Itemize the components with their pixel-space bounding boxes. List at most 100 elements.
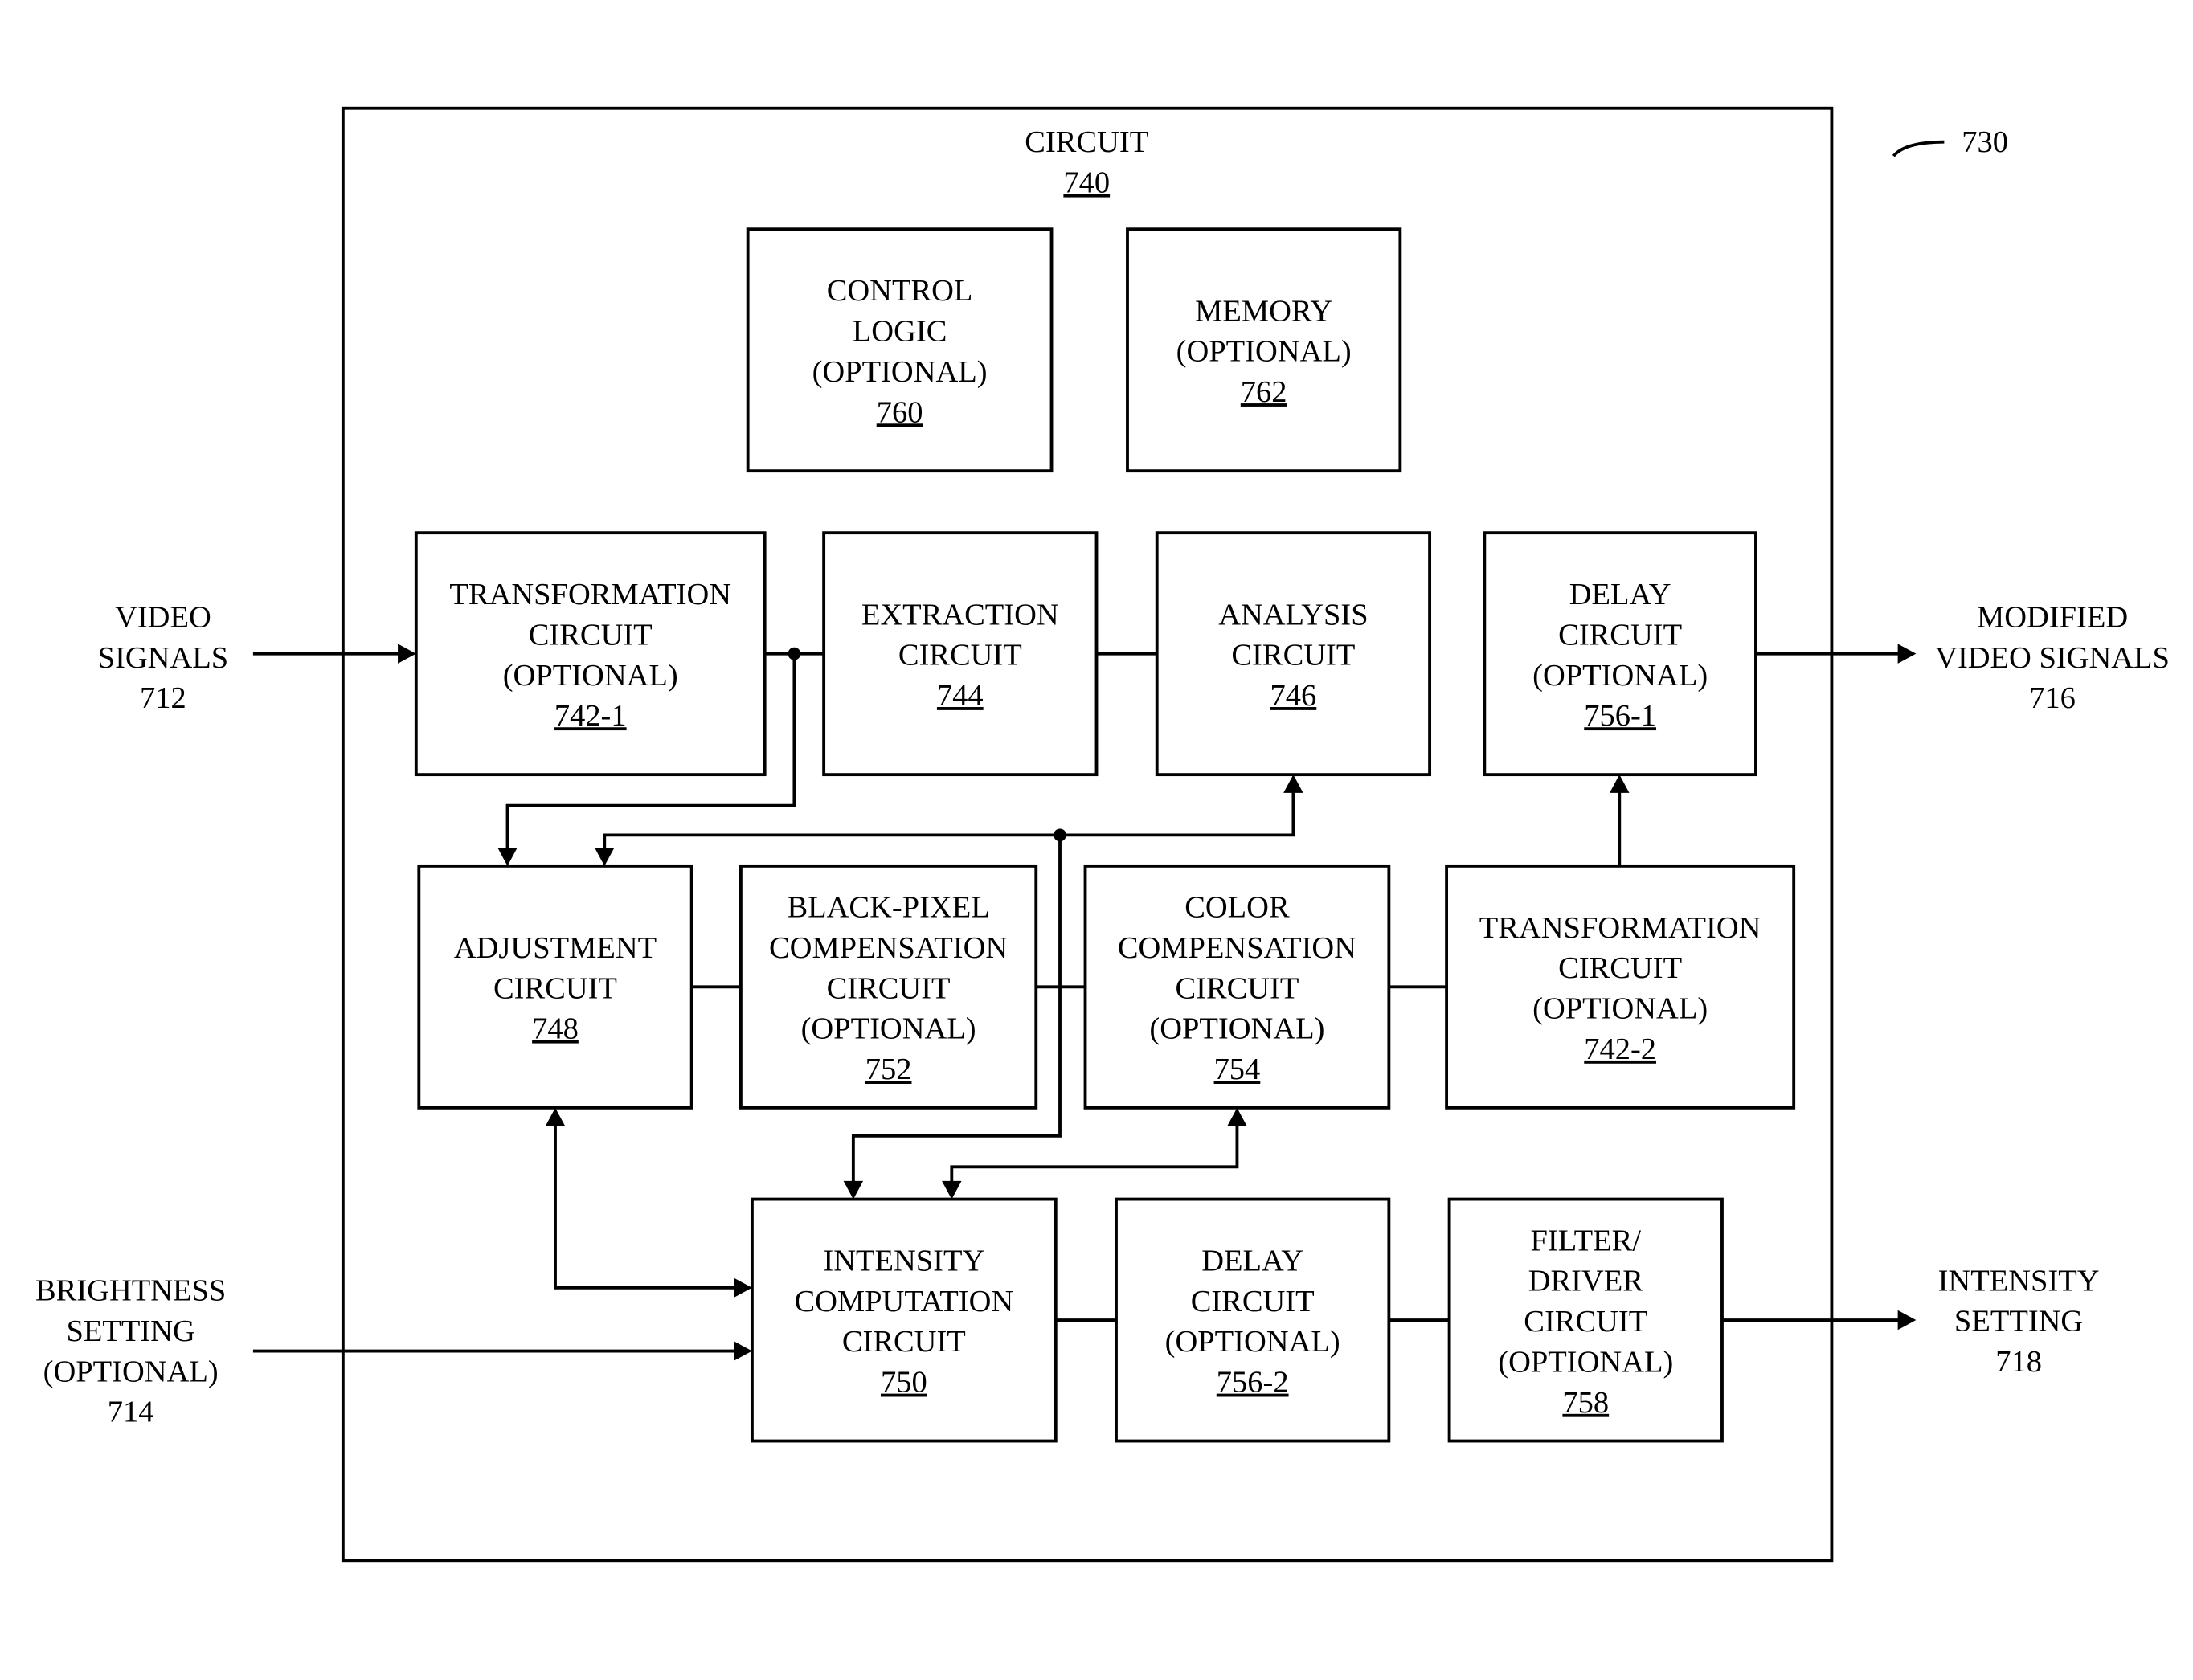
block-label-line: INTENSITY [823, 1244, 984, 1277]
block-outline [750, 1197, 1058, 1443]
block-outline [414, 531, 767, 777]
external-label-line: MODIFIED [1977, 600, 2128, 634]
intensity-setting-output-label: INTENSITY SETTING 718 [1938, 1264, 2100, 1379]
delay-circuit-756-2[interactable]: DELAY CIRCUIT (OPTIONAL) 756-2 [1115, 1197, 1391, 1443]
arrowhead-video-in [398, 644, 416, 664]
figure-reference-label: 730 [1962, 125, 2008, 159]
memory-block[interactable]: MEMORY (OPTIONAL) 762 [1126, 227, 1402, 473]
block-label-line: CIRCUIT [1175, 971, 1299, 1005]
arrowhead-into-750-c [734, 1277, 752, 1298]
external-label-line: BRIGHTNESS [35, 1274, 226, 1308]
block-label-line: COLOR [1184, 891, 1290, 925]
figure-reference-leader [1892, 140, 1945, 157]
block-reference-number: 756-2 [1217, 1366, 1289, 1400]
block-label-line: CIRCUIT [827, 971, 951, 1005]
wire-bus-to-748 [603, 790, 1295, 851]
brightness-setting-input-label: BRIGHTNESS SETTING (OPTIONAL) 714 [35, 1274, 226, 1429]
filter-driver-circuit-758[interactable]: FILTER/DRIVER CIRCUIT (OPTIONAL) 758 [1447, 1197, 1724, 1443]
block-outline [746, 227, 1054, 473]
block-label-line: TRANSFORMATION [1479, 911, 1761, 945]
block-outline [1115, 1197, 1391, 1443]
arrowhead-into-754 [1227, 1107, 1247, 1126]
block-reference-number: 742-1 [554, 699, 627, 733]
block-reference-number: 748 [532, 1012, 579, 1046]
extraction-circuit-744[interactable]: EXTRACTION CIRCUIT 744 [822, 531, 1099, 777]
block-reference-number: 744 [937, 679, 984, 713]
block-reference-number: 756-1 [1584, 699, 1656, 733]
block-label-line: (OPTIONAL) [812, 355, 988, 389]
block-reference-number: 752 [865, 1053, 912, 1086]
video-signals-input-label: VIDEO SIGNALS 712 [98, 600, 228, 715]
arrowhead-into-748-c [545, 1107, 566, 1126]
block-label-line: CONTROL [827, 274, 973, 308]
block-label-line: (OPTIONAL) [1176, 335, 1352, 369]
external-label-line: 712 [140, 681, 186, 715]
arrowhead-into-756-1 [1610, 775, 1630, 793]
circuit-740-ref: 740 [1063, 166, 1110, 200]
block-label-line: CIRCUIT [842, 1325, 966, 1359]
transformation-circuit-742-1[interactable]: TRANSFORMATION CIRCUIT (OPTIONAL) 742-1 [414, 531, 767, 777]
external-label-line: SETTING [67, 1314, 195, 1348]
arrowhead-into-746 [1283, 775, 1303, 793]
block-reference-number: 742-2 [1584, 1032, 1656, 1066]
block-label-line: BLACK-PIXEL [787, 891, 989, 925]
external-label-line: 718 [1995, 1345, 2042, 1379]
control-logic-block[interactable]: CONTROL LOGIC (OPTIONAL) 760 [746, 227, 1054, 473]
block-outline [1483, 531, 1757, 777]
block-label-line: ADJUSTMENT [454, 931, 657, 965]
block-label-line: DELAY [1201, 1244, 1303, 1277]
black-pixel-compensation-circuit-752[interactable]: BLACK-PIXEL COMPENSATION CIRCUIT (OPTIONAL)… [739, 864, 1038, 1110]
external-label-line: SETTING [1954, 1305, 2083, 1339]
arrowhead-into-748-a [497, 848, 518, 866]
arrowhead-brightness-in [734, 1341, 752, 1361]
block-label-line: EXTRACTION [861, 598, 1059, 632]
block-label-line: COMPENSATION [769, 931, 1008, 965]
block-label-line: MEMORY [1195, 294, 1332, 328]
block-reference-number: 746 [1270, 679, 1317, 713]
adjustment-circuit-748[interactable]: ADJUSTMENT CIRCUIT 748 [417, 864, 693, 1110]
block-label-line: CIRCUIT [529, 618, 653, 652]
block-label-line: (OPTIONAL) [503, 659, 678, 693]
arrowhead-into-750-b [942, 1180, 962, 1200]
block-label-line: DELAY [1569, 578, 1671, 611]
modified-video-signals-output-label: MODIFIED VIDEO SIGNALS 716 [1935, 600, 2170, 715]
block-reference-number: 754 [1214, 1053, 1261, 1086]
external-label-line: VIDEO SIGNALS [1935, 641, 2170, 675]
block-label-line: CIRCUIT [1558, 618, 1682, 652]
block-diagram: 730 CIRCUIT 740 CONTROL LOGIC (OPTIONAL) 76… [35, 106, 2170, 1563]
wire-754-to-750 [950, 1123, 1239, 1184]
color-compensation-circuit-754[interactable]: COLOR COMPENSATION CIRCUIT (OPTIONAL) 754 [1083, 864, 1391, 1110]
block-label-line: DRIVER [1528, 1265, 1644, 1298]
block-label-line: ANALYSIS [1218, 598, 1368, 632]
block-label-line: CIRCUIT [1191, 1285, 1315, 1318]
block-label-line: LOGIC [853, 314, 947, 348]
block-label-line: CIRCUIT [898, 639, 1022, 672]
intensity-computation-circuit-750[interactable]: INTENSITY COMPUTATION CIRCUIT 750 [750, 1197, 1058, 1443]
block-label-line: CIRCUIT [1231, 639, 1355, 672]
transformation-circuit-742-2[interactable]: TRANSFORMATION CIRCUIT (OPTIONAL) 742-2 [1445, 864, 1796, 1110]
analysis-circuit-746[interactable]: ANALYSIS CIRCUIT 746 [1155, 531, 1432, 777]
block-label-line: (OPTIONAL) [1149, 1012, 1324, 1046]
external-label-line: VIDEO [115, 600, 211, 634]
external-label-line: SIGNALS [98, 641, 228, 675]
block-label-line: COMPENSATION [1118, 931, 1356, 965]
block-label-line: COMPUTATION [794, 1285, 1013, 1318]
block-label-line: (OPTIONAL) [1498, 1345, 1673, 1379]
external-label-line: 714 [108, 1396, 154, 1429]
block-label-line: TRANSFORMATION [449, 578, 731, 611]
block-reference-number: 758 [1562, 1386, 1609, 1420]
arrowhead-intensity-out [1897, 1310, 1917, 1331]
block-label-line: (OPTIONAL) [801, 1012, 976, 1046]
arrowhead-into-750-a [843, 1180, 864, 1200]
delay-circuit-756-1[interactable]: DELAY CIRCUIT (OPTIONAL) 756-1 [1483, 531, 1757, 777]
block-label-line: CIRCUIT [1524, 1305, 1647, 1339]
block-label-line: (OPTIONAL) [1532, 659, 1708, 693]
wire-748-to-750 [554, 1123, 737, 1290]
block-label-line: (OPTIONAL) [1532, 992, 1708, 1026]
block-label-line: CIRCUIT [1558, 951, 1682, 985]
external-label-line: INTENSITY [1938, 1264, 2100, 1298]
arrowhead-video-out [1897, 644, 1917, 664]
block-label-line: (OPTIONAL) [1165, 1325, 1340, 1359]
block-label-line: FILTER/ [1530, 1224, 1641, 1257]
block-label-line: CIRCUIT [493, 971, 617, 1005]
